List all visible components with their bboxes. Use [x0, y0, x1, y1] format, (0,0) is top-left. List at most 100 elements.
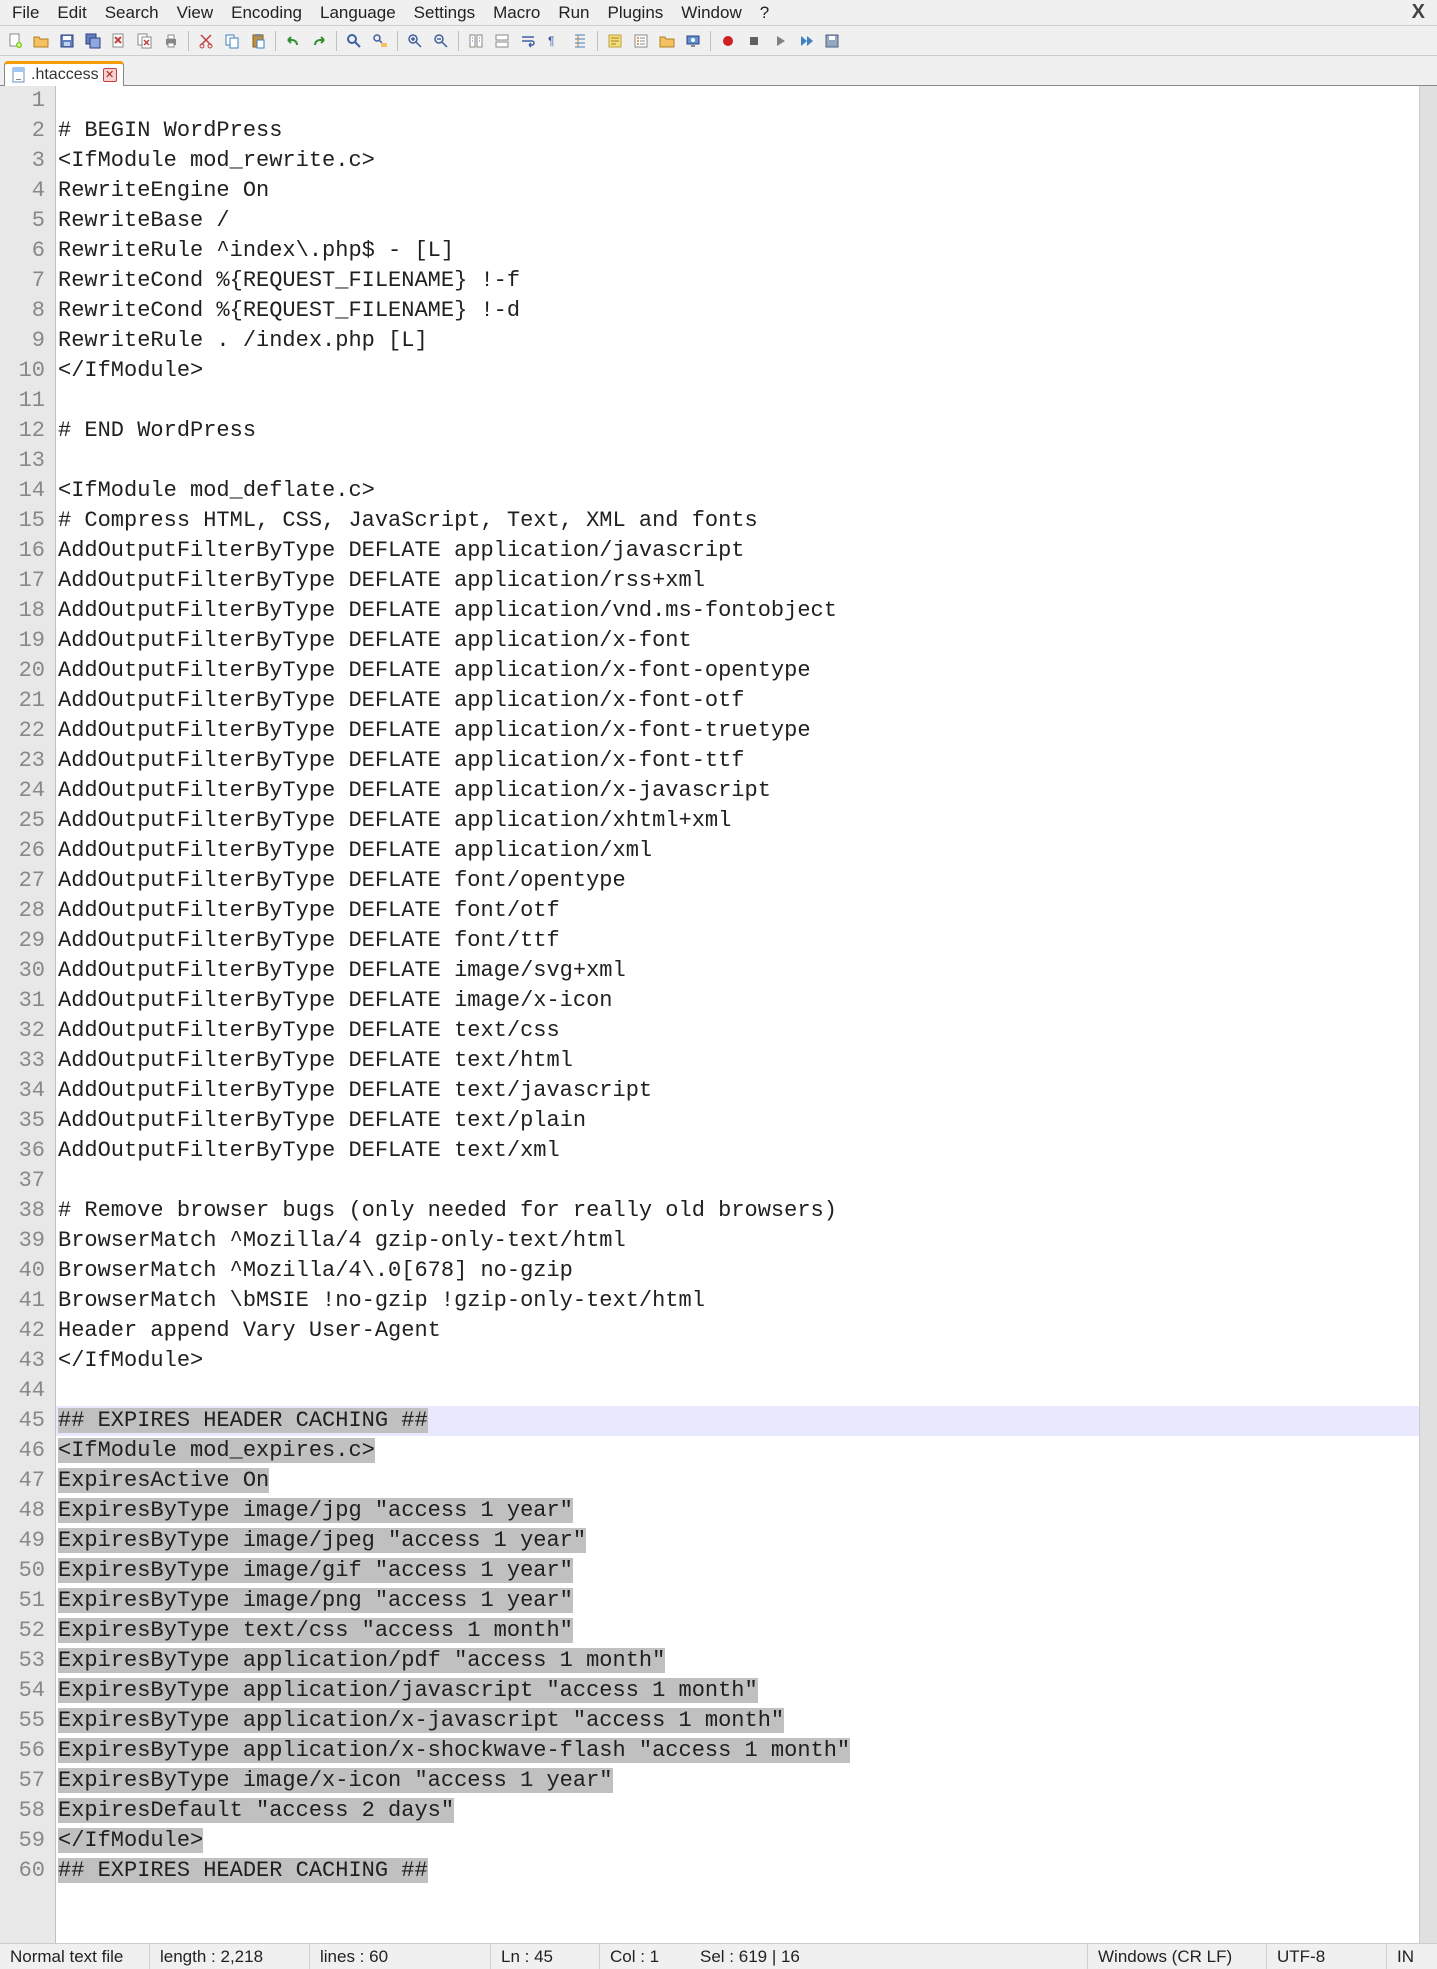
code-line[interactable]: AddOutputFilterByType DEFLATE applicatio… — [56, 776, 1419, 806]
menu-language[interactable]: Language — [312, 1, 404, 25]
code-line[interactable]: ExpiresByType image/x-icon "access 1 yea… — [56, 1766, 1419, 1796]
folder-icon[interactable] — [656, 30, 678, 52]
code-line[interactable]: BrowserMatch \bMSIE !no-gzip !gzip-only-… — [56, 1286, 1419, 1316]
code-line[interactable] — [56, 1166, 1419, 1196]
vertical-scrollbar[interactable] — [1419, 86, 1437, 1943]
code-line[interactable]: # BEGIN WordPress — [56, 116, 1419, 146]
save-all-icon[interactable] — [82, 30, 104, 52]
code-line[interactable]: BrowserMatch ^Mozilla/4 gzip-only-text/h… — [56, 1226, 1419, 1256]
code-line[interactable]: ExpiresByType application/x-shockwave-fl… — [56, 1736, 1419, 1766]
code-line[interactable]: # END WordPress — [56, 416, 1419, 446]
code-line[interactable]: ## EXPIRES HEADER CACHING ## — [56, 1856, 1419, 1886]
code-line[interactable] — [56, 1376, 1419, 1406]
code-line[interactable]: AddOutputFilterByType DEFLATE text/css — [56, 1016, 1419, 1046]
code-line[interactable]: AddOutputFilterByType DEFLATE applicatio… — [56, 656, 1419, 686]
show-all-icon[interactable]: ¶ — [543, 30, 565, 52]
menu-macro[interactable]: Macro — [485, 1, 548, 25]
monitor-icon[interactable] — [682, 30, 704, 52]
code-line[interactable]: AddOutputFilterByType DEFLATE applicatio… — [56, 746, 1419, 776]
sync-v-icon[interactable] — [465, 30, 487, 52]
code-line[interactable]: # Remove browser bugs (only needed for r… — [56, 1196, 1419, 1226]
code-area[interactable]: # BEGIN WordPress<IfModule mod_rewrite.c… — [56, 86, 1419, 1943]
copy-icon[interactable] — [221, 30, 243, 52]
code-line[interactable]: RewriteEngine On — [56, 176, 1419, 206]
menu-run[interactable]: Run — [550, 1, 597, 25]
wrap-icon[interactable] — [517, 30, 539, 52]
code-line[interactable]: AddOutputFilterByType DEFLATE image/svg+… — [56, 956, 1419, 986]
new-file-icon[interactable] — [4, 30, 26, 52]
code-line[interactable]: <IfModule mod_expires.c> — [56, 1436, 1419, 1466]
doc-map-icon[interactable] — [604, 30, 626, 52]
menu-file[interactable]: File — [4, 1, 47, 25]
code-line[interactable]: AddOutputFilterByType DEFLATE image/x-ic… — [56, 986, 1419, 1016]
play-icon[interactable] — [769, 30, 791, 52]
code-line[interactable]: AddOutputFilterByType DEFLATE applicatio… — [56, 536, 1419, 566]
code-line[interactable]: AddOutputFilterByType DEFLATE text/plain — [56, 1106, 1419, 1136]
redo-icon[interactable] — [308, 30, 330, 52]
code-line[interactable]: RewriteRule ^index\.php$ - [L] — [56, 236, 1419, 266]
code-line[interactable]: ExpiresByType application/javascript "ac… — [56, 1676, 1419, 1706]
stop-icon[interactable] — [743, 30, 765, 52]
replace-icon[interactable] — [369, 30, 391, 52]
record-icon[interactable] — [717, 30, 739, 52]
code-line[interactable]: AddOutputFilterByType DEFLATE applicatio… — [56, 686, 1419, 716]
menu-help[interactable]: ? — [752, 1, 777, 25]
code-line[interactable]: ExpiresActive On — [56, 1466, 1419, 1496]
code-line[interactable] — [56, 446, 1419, 476]
close-all-icon[interactable] — [134, 30, 156, 52]
code-line[interactable]: ExpiresByType image/jpg "access 1 year" — [56, 1496, 1419, 1526]
zoom-out-icon[interactable] — [430, 30, 452, 52]
code-line[interactable]: <IfModule mod_deflate.c> — [56, 476, 1419, 506]
window-close-button[interactable]: X — [1404, 1, 1433, 24]
code-line[interactable] — [56, 386, 1419, 416]
save-icon[interactable] — [56, 30, 78, 52]
code-line[interactable]: ExpiresByType image/jpeg "access 1 year" — [56, 1526, 1419, 1556]
save-macro-icon[interactable] — [821, 30, 843, 52]
close-icon[interactable] — [108, 30, 130, 52]
print-icon[interactable] — [160, 30, 182, 52]
code-line[interactable]: BrowserMatch ^Mozilla/4\.0[678] no-gzip — [56, 1256, 1419, 1286]
code-line[interactable]: ExpiresByType application/pdf "access 1 … — [56, 1646, 1419, 1676]
sync-h-icon[interactable] — [491, 30, 513, 52]
undo-icon[interactable] — [282, 30, 304, 52]
code-line[interactable]: ExpiresByType image/gif "access 1 year" — [56, 1556, 1419, 1586]
code-line[interactable]: Header append Vary User-Agent — [56, 1316, 1419, 1346]
menu-plugins[interactable]: Plugins — [600, 1, 672, 25]
find-icon[interactable] — [343, 30, 365, 52]
code-line[interactable] — [56, 86, 1419, 116]
indent-guide-icon[interactable] — [569, 30, 591, 52]
code-line[interactable]: ExpiresByType text/css "access 1 month" — [56, 1616, 1419, 1646]
code-line[interactable]: RewriteBase / — [56, 206, 1419, 236]
paste-icon[interactable] — [247, 30, 269, 52]
code-line[interactable]: </IfModule> — [56, 1346, 1419, 1376]
code-line[interactable]: AddOutputFilterByType DEFLATE text/xml — [56, 1136, 1419, 1166]
code-line[interactable]: ## EXPIRES HEADER CACHING ## — [56, 1406, 1419, 1436]
code-line[interactable]: </IfModule> — [56, 1826, 1419, 1856]
code-line[interactable]: AddOutputFilterByType DEFLATE applicatio… — [56, 716, 1419, 746]
menu-window[interactable]: Window — [673, 1, 749, 25]
code-line[interactable]: AddOutputFilterByType DEFLATE font/ttf — [56, 926, 1419, 956]
code-line[interactable]: ExpiresDefault "access 2 days" — [56, 1796, 1419, 1826]
code-line[interactable]: AddOutputFilterByType DEFLATE applicatio… — [56, 566, 1419, 596]
code-line[interactable]: </IfModule> — [56, 356, 1419, 386]
open-file-icon[interactable] — [30, 30, 52, 52]
menu-view[interactable]: View — [169, 1, 222, 25]
cut-icon[interactable] — [195, 30, 217, 52]
menu-edit[interactable]: Edit — [49, 1, 94, 25]
code-line[interactable]: # Compress HTML, CSS, JavaScript, Text, … — [56, 506, 1419, 536]
play-multi-icon[interactable] — [795, 30, 817, 52]
tab-close-button[interactable]: ✕ — [103, 68, 117, 82]
code-line[interactable]: AddOutputFilterByType DEFLATE text/javas… — [56, 1076, 1419, 1106]
menu-settings[interactable]: Settings — [406, 1, 483, 25]
menu-search[interactable]: Search — [97, 1, 167, 25]
code-line[interactable]: AddOutputFilterByType DEFLATE applicatio… — [56, 806, 1419, 836]
menu-encoding[interactable]: Encoding — [223, 1, 310, 25]
code-line[interactable]: AddOutputFilterByType DEFLATE applicatio… — [56, 836, 1419, 866]
code-line[interactable]: AddOutputFilterByType DEFLATE font/opent… — [56, 866, 1419, 896]
func-list-icon[interactable] — [630, 30, 652, 52]
code-line[interactable]: ExpiresByType application/x-javascript "… — [56, 1706, 1419, 1736]
code-line[interactable]: <IfModule mod_rewrite.c> — [56, 146, 1419, 176]
code-line[interactable]: AddOutputFilterByType DEFLATE applicatio… — [56, 596, 1419, 626]
code-line[interactable]: AddOutputFilterByType DEFLATE applicatio… — [56, 626, 1419, 656]
code-line[interactable]: RewriteCond %{REQUEST_FILENAME} !-d — [56, 296, 1419, 326]
